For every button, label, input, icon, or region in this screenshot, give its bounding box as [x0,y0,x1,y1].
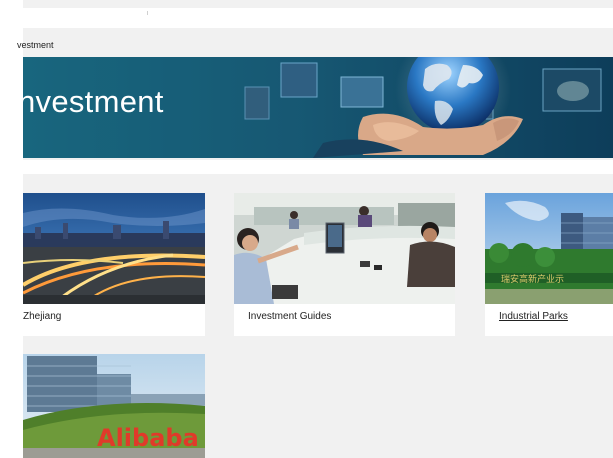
card-industrial-parks[interactable]: 瑞安高新产业示 Industrial Parks [485,193,613,336]
page-area: vestment nvestment Zhejiang Investment G… [17,0,613,458]
card-zhejiang[interactable]: Zhejiang [23,193,205,336]
banner-title: nvestment [23,84,164,119]
card-caption[interactable]: Investment Guides [248,311,331,322]
nav-divider [147,11,148,15]
zhejiang-image[interactable] [23,193,205,304]
investment-banner: nvestment [23,57,613,158]
breadcrumb[interactable]: vestment [17,40,54,50]
card-investment-guides[interactable]: Investment Guides [234,193,455,336]
card-caption[interactable]: Zhejiang [23,311,61,322]
alibaba-campus-image[interactable]: Alibaba [23,354,205,458]
industrial-parks-image[interactable]: 瑞安高新产业示 [485,193,613,304]
card-alibaba-campus[interactable]: Alibaba [23,354,205,458]
svg-text:瑞安高新产业示: 瑞安高新产业示 [501,273,564,285]
investment-guides-image[interactable] [234,193,455,304]
top-navigation-bar [23,8,613,28]
svg-text:Alibaba: Alibaba [97,424,199,452]
card-caption-link[interactable]: Industrial Parks [499,311,568,322]
left-margin [0,0,23,458]
section-divider [23,160,613,174]
